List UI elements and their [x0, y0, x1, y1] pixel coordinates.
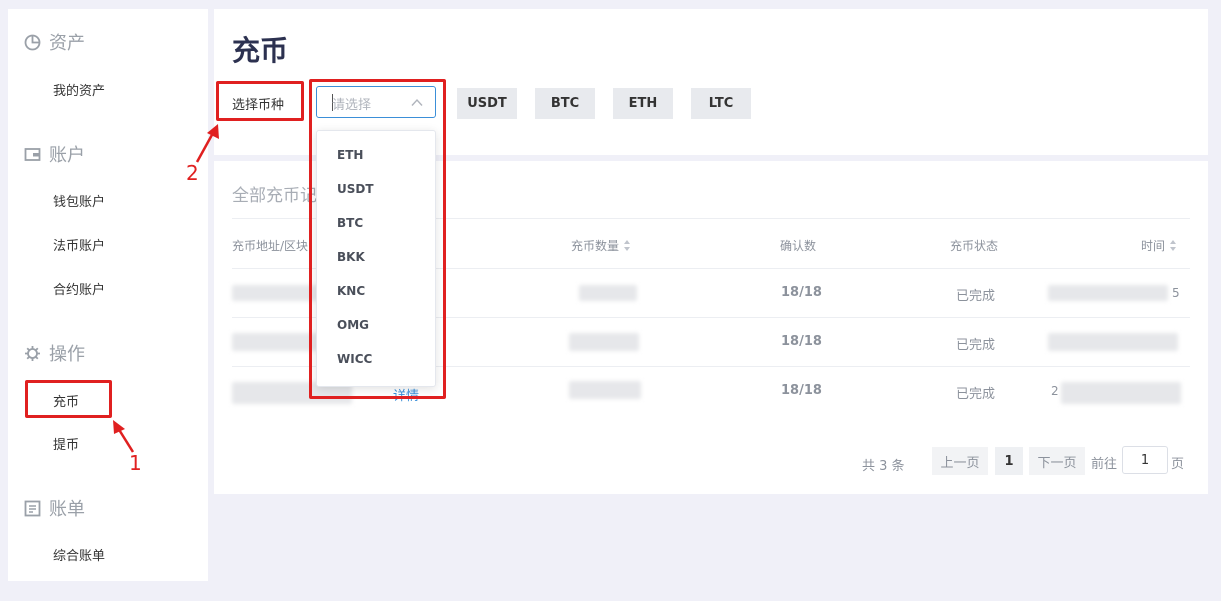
sidebar-item-deposit[interactable]: 充币 — [53, 391, 79, 410]
sort-icon[interactable] — [1170, 240, 1177, 251]
bill-icon — [24, 500, 41, 516]
blurred-time — [1048, 285, 1168, 301]
column-header-label: 确认数 — [780, 239, 817, 253]
sidebar-item-fiat-account[interactable]: 法币账户 — [53, 235, 105, 254]
blurred-time — [1061, 382, 1181, 404]
blurred-amount — [569, 381, 641, 399]
column-header-label: 充币地址/区块 — [232, 239, 309, 253]
column-header-label: 时间 — [1141, 239, 1166, 253]
sidebar-section-accounts: 账户 — [24, 141, 85, 167]
sidebar-section-operations: 操作 — [24, 340, 85, 366]
time-cell-tail: 5 — [1172, 286, 1180, 300]
page-title: 充币 — [232, 34, 289, 67]
select-coin-label: 选择币种 — [232, 98, 285, 113]
chevron-up-icon — [411, 98, 423, 106]
next-page-button[interactable]: 下一页 — [1029, 447, 1085, 475]
column-header-time[interactable]: 时间 — [1141, 237, 1177, 254]
blurred-amount — [569, 333, 639, 351]
status-cell: 已完成 — [956, 338, 996, 353]
pagination-total: 共 3 条 — [862, 459, 905, 474]
sort-icon[interactable] — [624, 240, 631, 251]
blurred-address — [232, 333, 324, 351]
sidebar-item-overall-bill[interactable]: 综合账单 — [53, 545, 105, 564]
time-cell-head: 2 — [1051, 384, 1059, 398]
blurred-time — [1048, 333, 1178, 351]
column-header-amount[interactable]: 充币数量 — [571, 237, 631, 254]
page-number-input[interactable]: 1 — [1122, 446, 1168, 474]
sidebar-section-title: 账户 — [49, 145, 85, 166]
prev-page-button[interactable]: 上一页 — [932, 447, 988, 475]
column-header-status: 充币状态 — [950, 237, 998, 254]
status-cell: 已完成 — [956, 387, 996, 402]
page-suffix-label: 页 — [1171, 457, 1185, 472]
sidebar-section-title: 资产 — [49, 33, 85, 54]
goto-label: 前往 — [1091, 457, 1118, 472]
blurred-amount — [579, 285, 637, 301]
coin-button-usdt[interactable]: USDT — [457, 88, 517, 119]
sidebar-item-my-assets[interactable]: 我的资产 — [53, 80, 105, 99]
column-header-address: 充币地址/区块 — [232, 237, 308, 254]
sidebar-item-withdraw[interactable]: 提币 — [53, 434, 79, 453]
annotation-label-2: 2 — [186, 161, 199, 185]
coin-select-dropdown: ETH USDT BTC BKK KNC OMG WICC — [316, 130, 436, 387]
sidebar: 资产 我的资产 账户 钱包账户 法币账户 合约账户 操作 充币 提币 账单 综合… — [8, 9, 208, 581]
status-cell: 已完成 — [956, 289, 996, 304]
coin-button-eth[interactable]: ETH — [613, 88, 673, 119]
sidebar-section-assets: 资产 — [24, 29, 85, 55]
coin-select-placeholder: 请选择 — [332, 98, 372, 113]
sidebar-section-title: 账单 — [49, 499, 85, 520]
sidebar-item-wallet-account[interactable]: 钱包账户 — [53, 191, 105, 210]
sidebar-section-title: 操作 — [49, 344, 85, 365]
confirmations-cell: 18/18 — [781, 285, 822, 300]
dropdown-option-omg[interactable]: OMG — [337, 318, 369, 332]
pie-chart-icon — [24, 34, 41, 50]
wallet-icon — [24, 147, 41, 161]
column-header-confirmations: 确认数 — [780, 237, 816, 254]
coin-select[interactable]: 请选择 — [316, 86, 436, 118]
confirmations-cell: 18/18 — [781, 334, 822, 349]
gear-icon — [25, 345, 40, 361]
coin-button-btc[interactable]: BTC — [535, 88, 595, 119]
current-page-number[interactable]: 1 — [995, 447, 1023, 475]
dropdown-option-knc[interactable]: KNC — [337, 284, 365, 298]
dropdown-option-bkk[interactable]: BKK — [337, 250, 365, 264]
detail-link[interactable]: 详情 — [393, 385, 419, 404]
sidebar-section-bills: 账单 — [24, 495, 85, 521]
dropdown-option-usdt[interactable]: USDT — [337, 182, 374, 196]
dropdown-option-eth[interactable]: ETH — [337, 148, 363, 162]
column-header-label: 充币数量 — [571, 239, 620, 253]
confirmations-cell: 18/18 — [781, 383, 822, 398]
sidebar-item-contract-account[interactable]: 合约账户 — [53, 279, 105, 298]
column-header-label: 充币状态 — [950, 239, 999, 253]
annotation-label-1: 1 — [129, 451, 142, 475]
dropdown-option-btc[interactable]: BTC — [337, 216, 363, 230]
records-title: 全部充币记 — [232, 186, 317, 206]
dropdown-option-wicc[interactable]: WICC — [337, 352, 372, 366]
coin-button-ltc[interactable]: LTC — [691, 88, 751, 119]
